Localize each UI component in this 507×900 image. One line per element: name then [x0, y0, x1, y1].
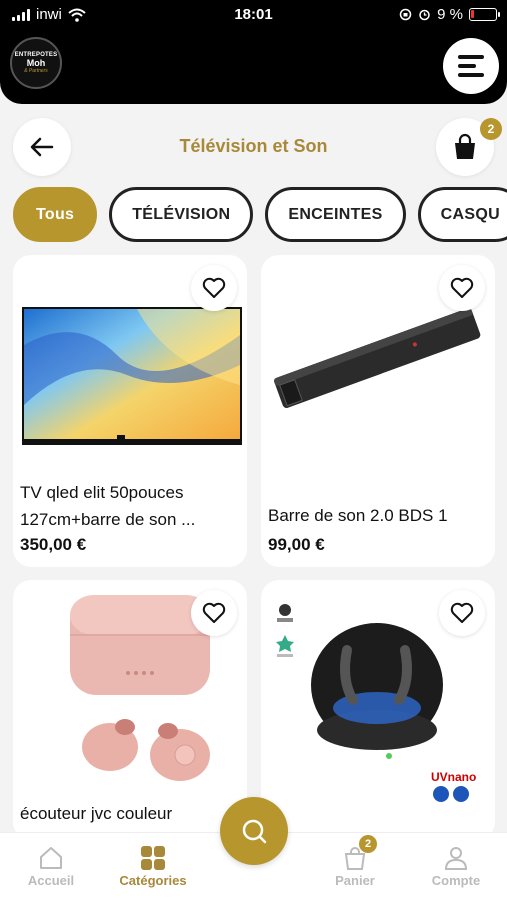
product-price: 350,00 €: [20, 535, 87, 554]
product-name: Barre de son 2.0 BDS 1: [268, 506, 448, 525]
status-bar: inwi 18:01 9 %: [0, 0, 507, 30]
category-chip-television[interactable]: TÉLÉVISION: [109, 187, 254, 242]
certification-badges: [433, 786, 469, 802]
nav-cart-label: Panier: [335, 873, 375, 888]
product-brand-label: UVnano: [431, 770, 477, 784]
battery-label: 9 %: [437, 6, 463, 23]
product-card[interactable]: UVnano: [261, 580, 495, 840]
nav-account-label: Compte: [431, 873, 481, 888]
logo-line3: & Partners: [24, 68, 48, 74]
favorite-button[interactable]: [439, 265, 485, 311]
brand-logo[interactable]: ENTREPOTES Moh & Partners: [10, 37, 62, 89]
product-name: TV qled elit 50pouces 127cm+barre de son…: [20, 483, 196, 529]
nav-categories-label: Catégories: [119, 873, 187, 888]
nav-home[interactable]: Accueil: [1, 843, 101, 888]
nav-account[interactable]: Compte: [406, 843, 506, 888]
favorite-button[interactable]: [191, 265, 237, 311]
category-chip-enceintes[interactable]: ENCEINTES: [265, 187, 406, 242]
product-name: écouteur jvc couleur: [20, 804, 173, 823]
alarm-icon: [419, 9, 430, 21]
nav-categories[interactable]: Catégories: [103, 843, 203, 888]
home-icon: [40, 847, 62, 869]
category-chip-tous[interactable]: Tous: [13, 187, 98, 242]
menu-icon: [458, 55, 484, 77]
shopping-bag-icon: [455, 133, 475, 159]
category-filter: Tous TÉLÉVISION ENCEINTES CASQU: [13, 187, 507, 242]
nav-home-label: Accueil: [27, 873, 75, 888]
heart-icon: [450, 602, 474, 623]
product-card[interactable]: écouteur jvc couleur: [13, 580, 247, 840]
nav-cart-badge: 2: [359, 835, 377, 853]
logo-line2: Moh: [26, 58, 46, 68]
category-chip-casques[interactable]: CASQU: [417, 187, 507, 242]
orientation-lock-icon: [399, 8, 412, 21]
cart-count-badge: 2: [480, 118, 502, 140]
grid-icon: [141, 846, 165, 870]
search-button[interactable]: [220, 797, 288, 865]
menu-button[interactable]: [443, 38, 499, 94]
heart-icon: [202, 602, 226, 623]
product-price: 99,00 €: [268, 535, 325, 554]
heart-icon: [450, 277, 474, 298]
product-card[interactable]: Barre de son 2.0 BDS 1 99,00 €: [261, 255, 495, 567]
cart-button[interactable]: 2: [436, 118, 502, 176]
favorite-button[interactable]: [191, 590, 237, 636]
search-icon: [242, 819, 267, 844]
nav-cart[interactable]: 2 Panier: [305, 835, 405, 888]
favorite-button[interactable]: [439, 590, 485, 636]
product-card[interactable]: TV qled elit 50pouces 127cm+barre de son…: [13, 255, 247, 567]
page-title: Télévision et Son: [179, 136, 328, 156]
user-icon: [444, 847, 468, 870]
heart-icon: [202, 277, 226, 298]
battery-icon: [469, 8, 500, 21]
app-header: inwi 18:01 9 % ENTREPOTES Moh & Partners: [0, 0, 507, 104]
